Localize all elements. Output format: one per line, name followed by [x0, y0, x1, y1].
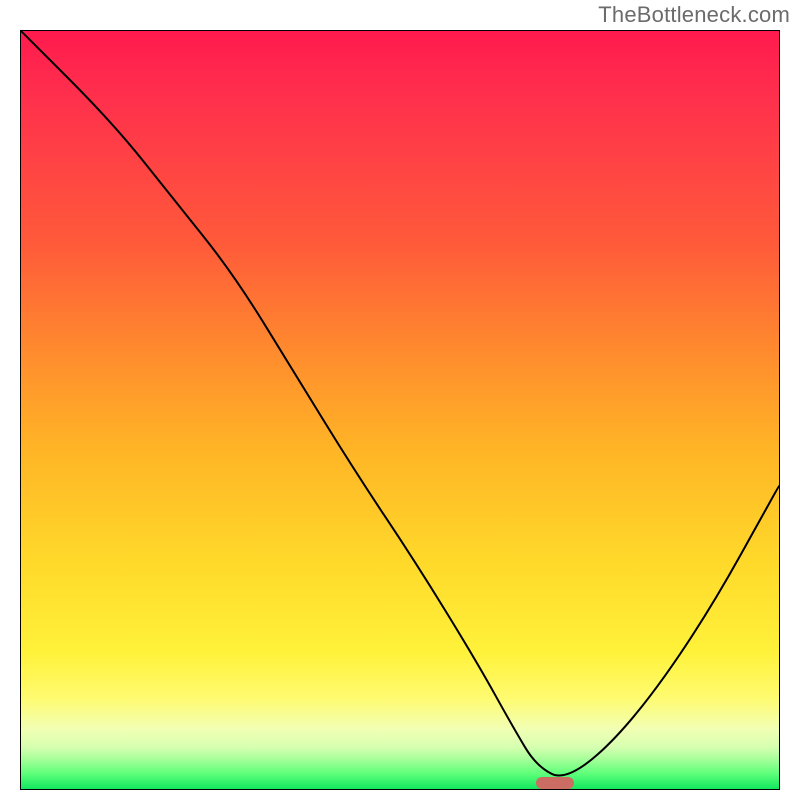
bottleneck-curve	[21, 31, 779, 789]
watermark-text: TheBottleneck.com	[598, 2, 790, 28]
chart-container: TheBottleneck.com	[0, 0, 800, 800]
minimum-marker	[536, 777, 574, 789]
plot-area	[20, 30, 780, 790]
